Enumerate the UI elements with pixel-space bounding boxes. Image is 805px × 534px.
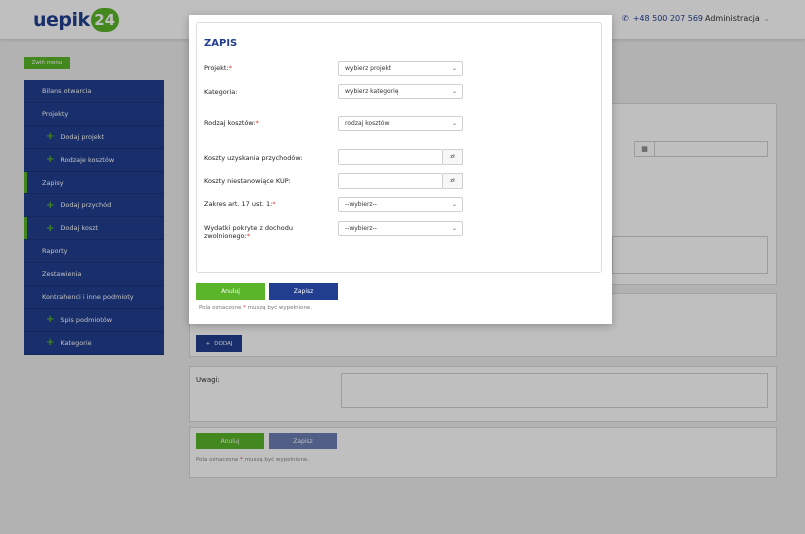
non-kup-costs-input[interactable]: [338, 173, 443, 189]
required-note: Pola oznaczone * muszą być wypełnione.: [199, 305, 313, 311]
income-costs-label: Koszty uzyskania przychodów:: [204, 154, 303, 162]
exempt-expenses-select[interactable]: --wybierz-- ⌄: [338, 221, 463, 236]
currency-unit: zł: [443, 149, 463, 165]
save-button[interactable]: Zapisz: [269, 283, 338, 300]
non-kup-costs-label: Koszty niestanowiące KUP:: [204, 177, 291, 185]
chevron-down-icon: ⌄: [451, 65, 457, 72]
chevron-down-icon: ⌄: [451, 201, 457, 208]
cancel-button[interactable]: Anuluj: [196, 283, 265, 300]
currency-unit: zł: [443, 173, 463, 189]
category-label: Kategoria:: [204, 88, 238, 96]
article-scope-select[interactable]: --wybierz-- ⌄: [338, 197, 463, 212]
chevron-down-icon: ⌄: [451, 120, 457, 127]
chevron-down-icon: ⌄: [451, 88, 457, 95]
cost-type-label: Rodzaj kosztów:*: [204, 119, 259, 127]
zapis-modal: ZAPIS Projekt:* wybierz projekt ⌄ Kategor…: [189, 15, 612, 324]
chevron-down-icon: ⌄: [451, 225, 457, 232]
project-select[interactable]: wybierz projekt ⌄: [338, 61, 463, 76]
cost-type-select[interactable]: rodzaj kosztów ⌄: [338, 116, 463, 131]
income-costs-input[interactable]: [338, 149, 443, 165]
exempt-expenses-label: Wydatki pokryte z dochodu zwolnionego:*: [204, 224, 293, 240]
modal-title: ZAPIS: [204, 38, 238, 49]
category-select[interactable]: wybierz kategorię ⌄: [338, 84, 463, 99]
project-label: Projekt:*: [204, 64, 232, 72]
article-scope-label: Zakres art. 17 ust. 1:*: [204, 200, 276, 208]
